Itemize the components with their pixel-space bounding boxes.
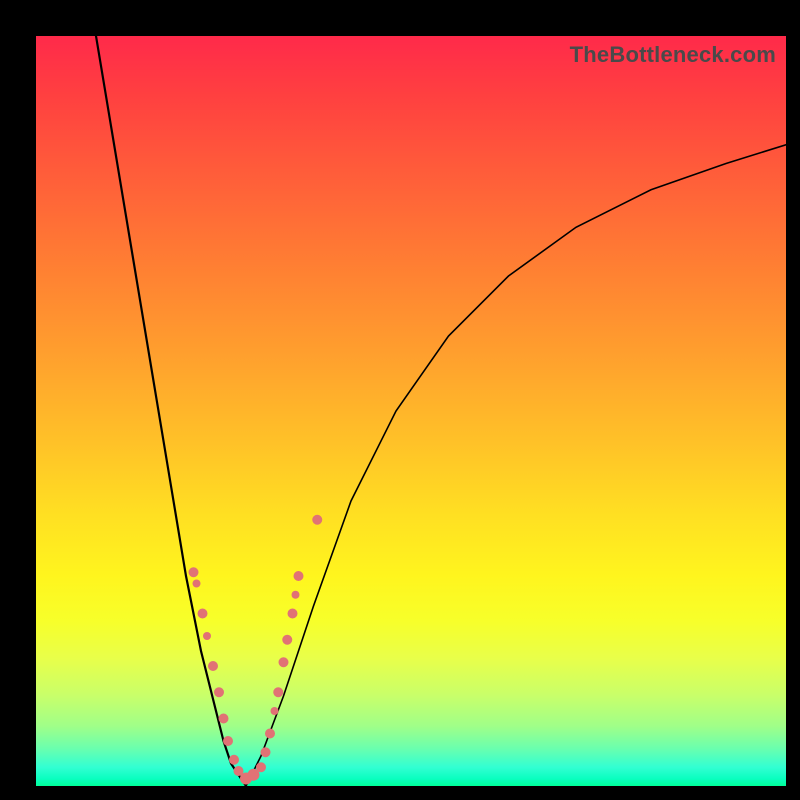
watermark-label: TheBottleneck.com	[570, 42, 776, 68]
marker-point	[234, 766, 244, 776]
curves-group	[96, 36, 786, 786]
marker-point	[273, 687, 283, 697]
marker-point	[248, 769, 260, 781]
marker-point	[240, 773, 252, 785]
marker-point	[261, 747, 271, 757]
curve-right-branch	[246, 145, 786, 786]
chart-canvas: TheBottleneck.com	[0, 0, 800, 800]
marker-point	[288, 609, 298, 619]
marker-point	[203, 632, 211, 640]
marker-point	[214, 687, 224, 697]
markers-group	[189, 515, 323, 785]
marker-point	[294, 571, 304, 581]
marker-point	[219, 714, 229, 724]
marker-point	[265, 729, 275, 739]
marker-point	[256, 762, 266, 772]
marker-point	[279, 657, 289, 667]
marker-point	[223, 736, 233, 746]
curve-left-branch	[96, 36, 246, 786]
marker-point	[282, 635, 292, 645]
chart-svg	[36, 36, 786, 786]
marker-point	[198, 609, 208, 619]
marker-point	[208, 661, 218, 671]
marker-point	[189, 567, 199, 577]
marker-point	[271, 707, 279, 715]
marker-point	[312, 515, 322, 525]
marker-point	[229, 755, 239, 765]
marker-point	[292, 591, 300, 599]
marker-point	[193, 580, 201, 588]
plot-area: TheBottleneck.com	[36, 36, 786, 786]
